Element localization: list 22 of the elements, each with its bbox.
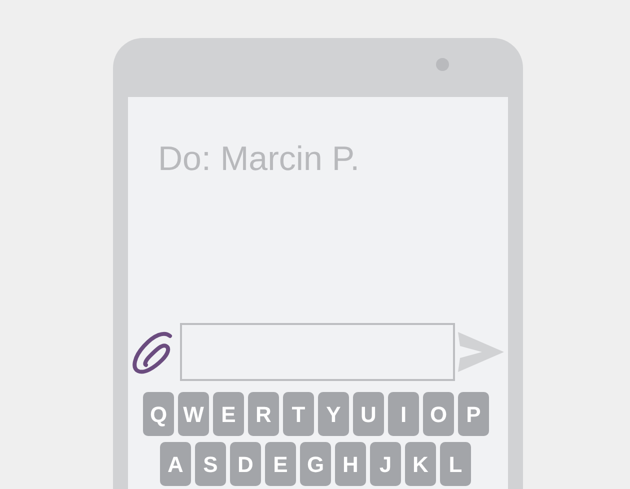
- keyboard-key[interactable]: E: [265, 442, 296, 486]
- keyboard-key[interactable]: O: [423, 392, 454, 436]
- keyboard-key[interactable]: J: [370, 442, 401, 486]
- keyboard-key[interactable]: W: [178, 392, 209, 436]
- keyboard-key[interactable]: S: [195, 442, 226, 486]
- keyboard-key[interactable]: I: [388, 392, 419, 436]
- keyboard-key[interactable]: D: [230, 442, 261, 486]
- keyboard-key[interactable]: T: [283, 392, 314, 436]
- recipient-label: Do: Marcin P.: [158, 140, 360, 178]
- keyboard-key[interactable]: K: [405, 442, 436, 486]
- send-icon[interactable]: [458, 332, 504, 372]
- message-input[interactable]: [180, 323, 455, 381]
- keyboard-key[interactable]: A: [160, 442, 191, 486]
- keyboard-key[interactable]: Q: [143, 392, 174, 436]
- keyboard-key[interactable]: P: [458, 392, 489, 436]
- keyboard-key[interactable]: H: [335, 442, 366, 486]
- keyboard-key[interactable]: E: [213, 392, 244, 436]
- keyboard-key[interactable]: Y: [318, 392, 349, 436]
- keyboard-key[interactable]: L: [440, 442, 471, 486]
- keyboard-key[interactable]: G: [300, 442, 331, 486]
- keyboard-key[interactable]: U: [353, 392, 384, 436]
- keyboard-key[interactable]: R: [248, 392, 279, 436]
